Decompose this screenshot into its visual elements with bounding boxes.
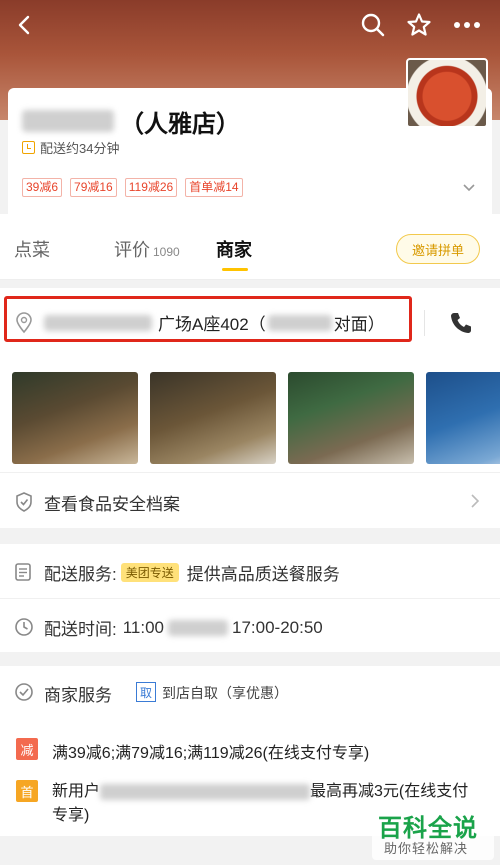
address-highlight-box bbox=[4, 296, 412, 342]
promo-expand-button[interactable] bbox=[462, 180, 476, 198]
divider bbox=[424, 310, 425, 336]
delivery-time-text: 配送时间: 11:00 17:00-20:50 bbox=[44, 615, 323, 640]
address-row[interactable]: 广场A座402（ 对面） bbox=[0, 288, 500, 360]
chevron-down-icon bbox=[463, 184, 475, 192]
delivery-service-desc: 提供高品质送餐服务 bbox=[186, 565, 340, 584]
merchant-service-title: 商家服务 bbox=[44, 686, 112, 705]
blurred-first-order bbox=[100, 783, 311, 800]
food-safety-row[interactable]: 查看食品安全档案 bbox=[0, 472, 500, 528]
delivery-time-start: 11:00 bbox=[122, 617, 165, 637]
more-button[interactable] bbox=[450, 8, 484, 42]
delivery-info-card: 配送服务: 美团专送 提供高品质送餐服务 配送时间: 11:00 17:00-2… bbox=[0, 544, 500, 652]
promo-tag: 39减6 bbox=[22, 178, 63, 197]
back-arrow-icon bbox=[18, 15, 30, 35]
store-photo[interactable] bbox=[150, 372, 276, 464]
shield-icon bbox=[16, 492, 32, 512]
delivery-service-label: 配送服务: bbox=[44, 565, 117, 584]
pickup-text: 到店自取（享优惠） bbox=[162, 685, 288, 701]
delivery-time-end: 17:00-20:50 bbox=[232, 617, 323, 637]
discount-text: 满39减6;满79减16;满119减26(在线支付专享) bbox=[52, 745, 370, 762]
tabs-bar: 点菜 评价 1090 商家 邀请拼单 bbox=[0, 214, 500, 280]
tab-reviews-label: 评价 bbox=[114, 240, 150, 260]
store-photo[interactable] bbox=[12, 372, 138, 464]
store-name-row: （人雅店） bbox=[22, 106, 240, 138]
document-icon bbox=[15, 563, 31, 581]
promo-tag: 119减26 bbox=[124, 178, 178, 197]
search-icon bbox=[361, 13, 385, 37]
blurred-time bbox=[168, 619, 229, 636]
top-nav-bar bbox=[0, 0, 500, 50]
merchant-info-card: 广场A座402（ 对面） 查看食品安全档案 bbox=[0, 288, 500, 528]
active-tab-indicator bbox=[222, 268, 248, 271]
food-safety-label: 查看食品安全档案 bbox=[44, 495, 180, 514]
blurred-store-name bbox=[22, 110, 114, 132]
promo-tag: 首单减14 bbox=[185, 178, 243, 197]
favorite-button[interactable] bbox=[402, 8, 436, 42]
first-order-prefix: 新用户 bbox=[52, 783, 101, 800]
delivery-time-text: 配送约34分钟 bbox=[40, 141, 120, 156]
delivery-time-row: 配送时间: 11:00 17:00-20:50 bbox=[0, 598, 500, 652]
star-icon bbox=[407, 13, 431, 36]
store-photo[interactable] bbox=[288, 372, 414, 464]
group-order-button[interactable]: 邀请拼单 bbox=[396, 234, 480, 264]
delivery-estimate: 配送约34分钟 bbox=[22, 138, 119, 157]
promo-tags: 39减6 79减16 119减26 首单减14 bbox=[22, 178, 251, 197]
tab-reviews[interactable]: 评价 1090 bbox=[114, 236, 180, 262]
store-thumbnail bbox=[406, 58, 488, 128]
delivery-time-icon bbox=[22, 141, 35, 154]
tab-order[interactable]: 点菜 bbox=[14, 236, 50, 262]
first-order-badge: 首 bbox=[16, 780, 38, 802]
delivery-service-text: 配送服务: 美团专送 提供高品质送餐服务 bbox=[44, 560, 340, 585]
discount-badge: 减 bbox=[16, 738, 38, 760]
merchant-service-row: 商家服务 取 到店自取（享优惠） bbox=[0, 666, 500, 718]
watermark-sub: 助你轻松解决 bbox=[384, 841, 469, 856]
store-name: （人雅店） bbox=[120, 110, 240, 138]
reviews-count: 1090 bbox=[153, 245, 180, 259]
delivery-time-label: 配送时间: bbox=[44, 620, 117, 639]
watermark-logo: 百科全说 助你轻松解决 bbox=[372, 806, 494, 860]
tab-merchant[interactable]: 商家 bbox=[216, 236, 252, 262]
chevron-right-icon bbox=[471, 494, 480, 508]
phone-icon[interactable] bbox=[448, 310, 474, 336]
meituan-delivery-badge: 美团专送 bbox=[120, 563, 179, 582]
pickup-badge: 取 bbox=[136, 682, 156, 702]
search-button[interactable] bbox=[356, 8, 390, 42]
store-photo[interactable] bbox=[426, 372, 500, 464]
more-dots-icon bbox=[454, 22, 480, 28]
clock-icon bbox=[15, 618, 33, 636]
check-circle-icon bbox=[15, 683, 33, 701]
promo-tag: 79减16 bbox=[70, 178, 117, 197]
back-button[interactable] bbox=[8, 8, 42, 42]
delivery-service-row: 配送服务: 美团专送 提供高品质送餐服务 bbox=[0, 544, 500, 598]
store-photo-strip bbox=[0, 372, 500, 466]
discount-row: 减 满39减6;满79减16;满119减26(在线支付专享) bbox=[0, 736, 500, 766]
